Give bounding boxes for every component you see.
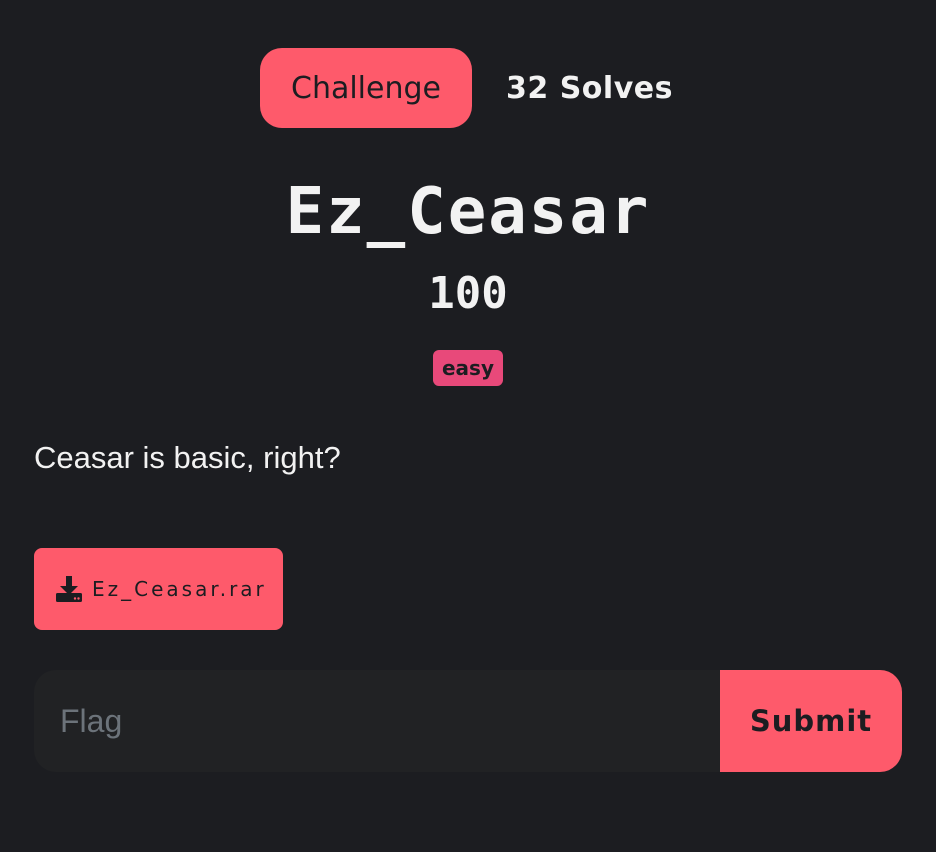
flag-input[interactable]	[34, 670, 720, 772]
difficulty-badge-wrapper: easy	[0, 350, 936, 386]
download-filename: Ez_Ceasar.rar	[92, 577, 267, 601]
tab-challenge[interactable]: Challenge	[260, 48, 472, 128]
challenge-description: Ceasar is basic, right?	[34, 440, 341, 475]
difficulty-badge: easy	[433, 350, 503, 386]
download-attachment-button[interactable]: Ez_Ceasar.rar	[34, 548, 283, 630]
tab-solves-label: 32 Solves	[506, 70, 673, 106]
challenge-title: Ez_Ceasar	[285, 175, 651, 249]
submit-button[interactable]: Submit	[720, 670, 902, 772]
flag-form: Submit	[34, 670, 902, 772]
download-icon	[54, 574, 84, 604]
tab-challenge-label: Challenge	[291, 70, 441, 106]
challenge-points: 100	[428, 268, 508, 319]
challenge-tabs: Challenge 32 Solves	[260, 48, 673, 128]
tab-solves[interactable]: 32 Solves	[506, 71, 673, 106]
